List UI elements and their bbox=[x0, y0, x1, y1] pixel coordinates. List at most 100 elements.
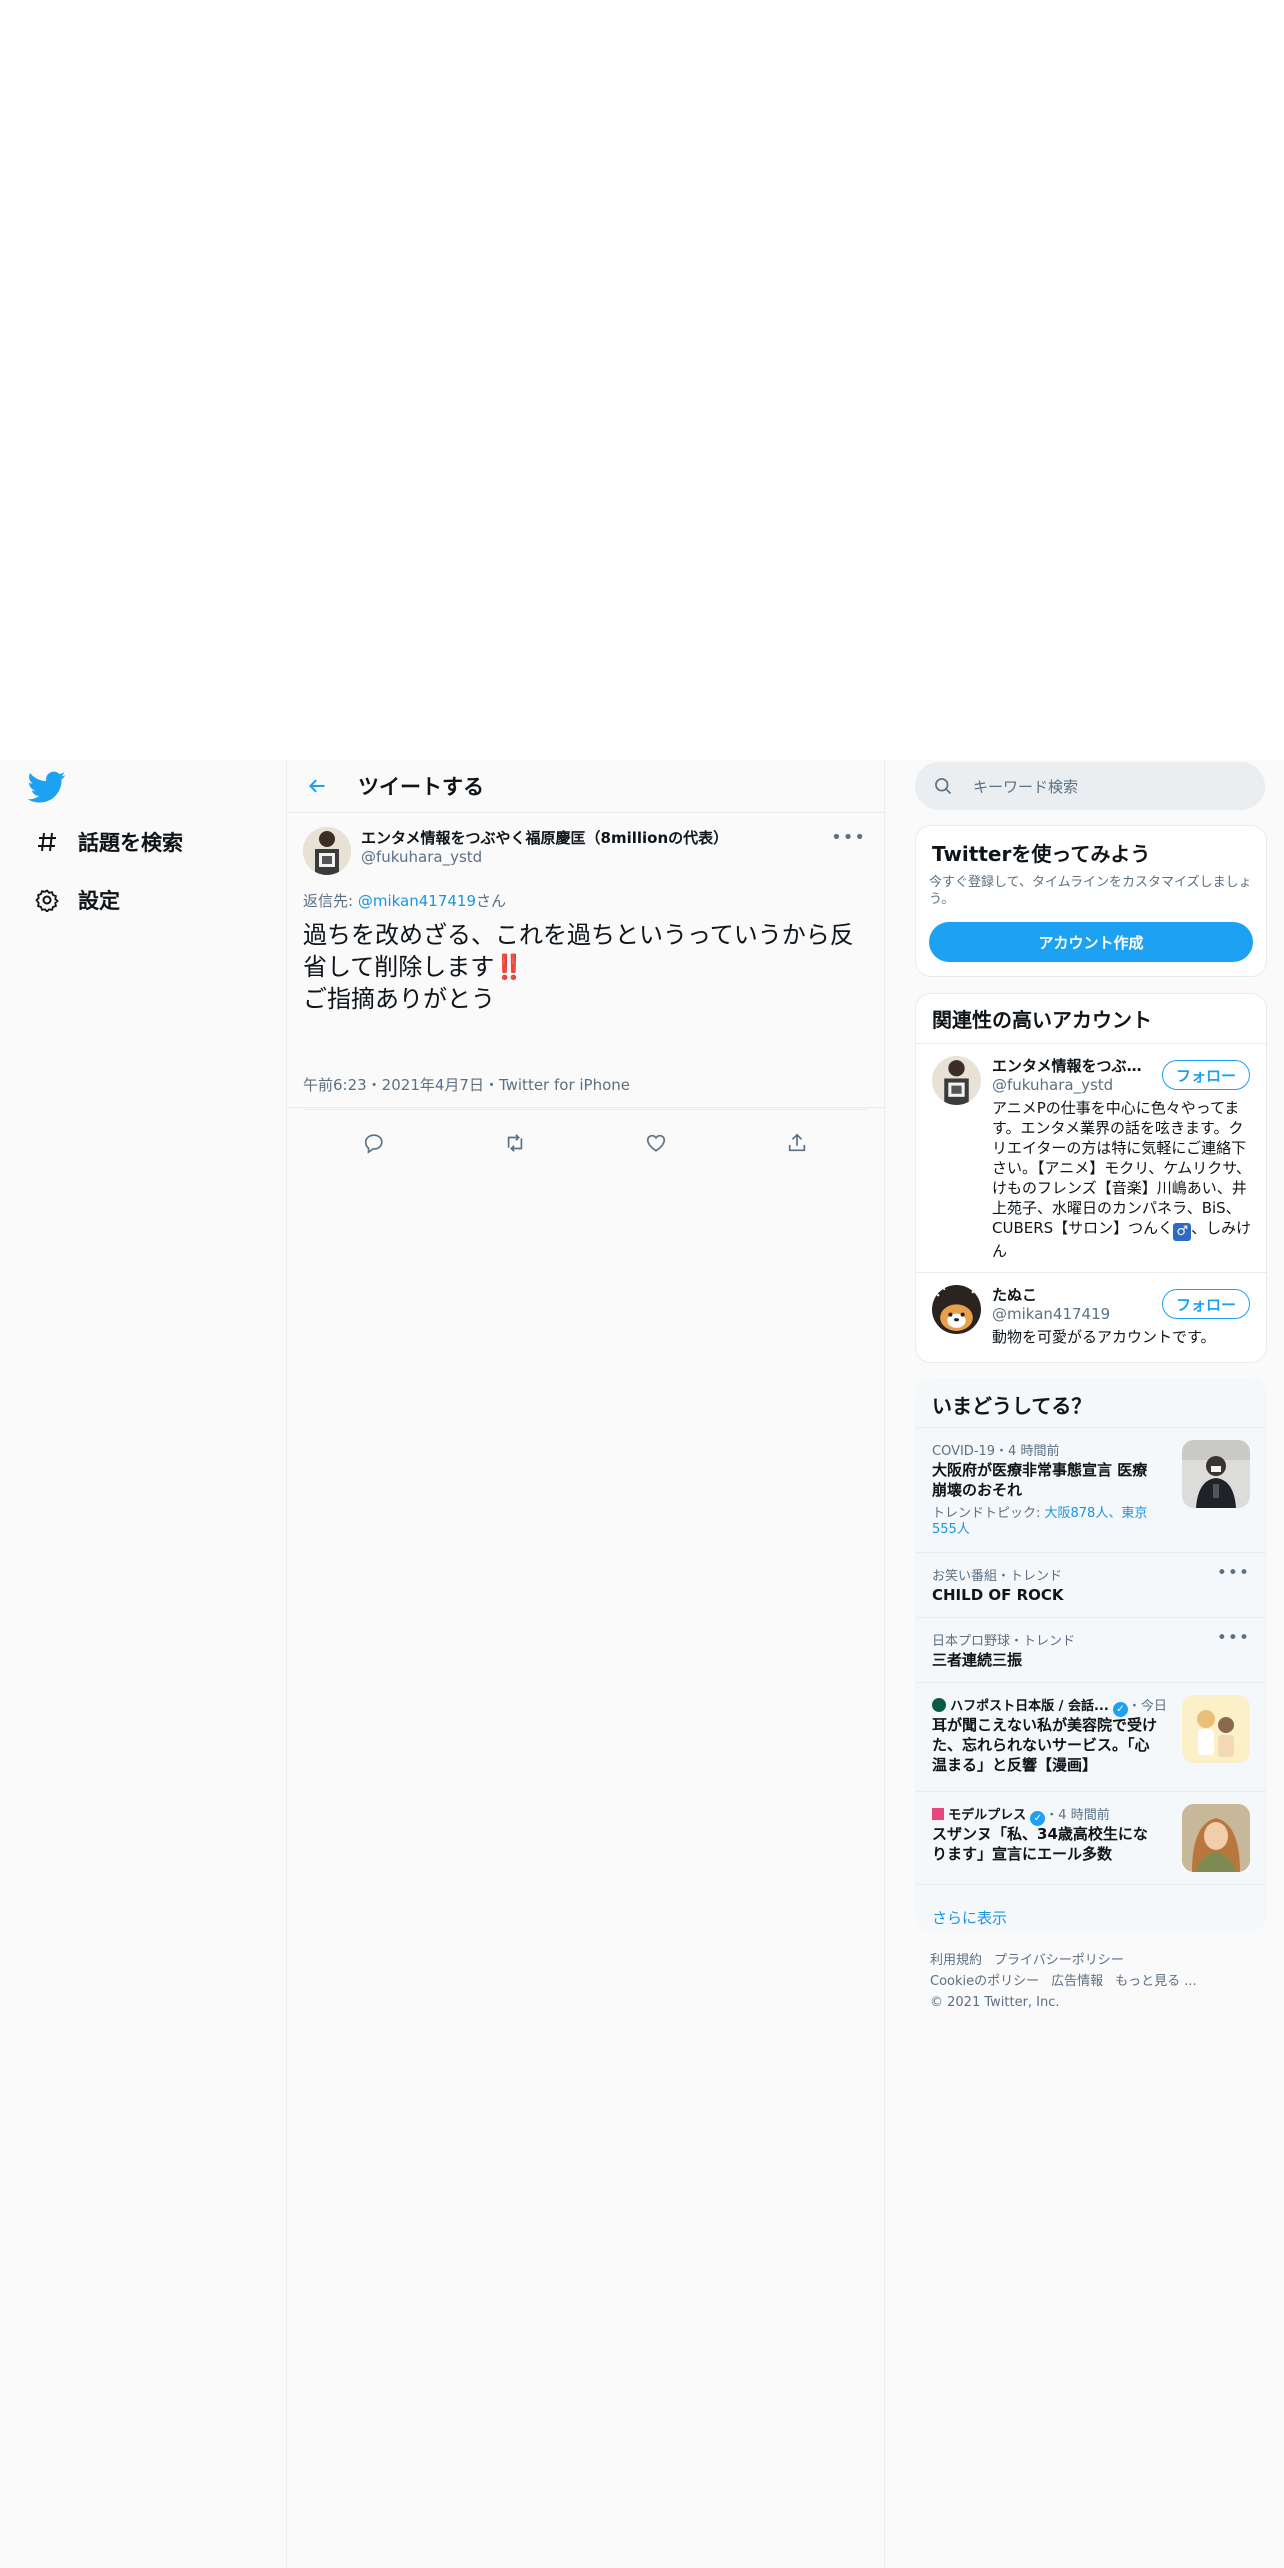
news-source-name: モデルプレス bbox=[948, 1808, 1027, 1823]
show-more-row[interactable]: さらに表示 bbox=[916, 1885, 1266, 1931]
footer: 利用規約 プライバシーポリシー Cookieのポリシー 広告情報 もっと見る ... … bbox=[930, 1950, 1260, 2013]
related-accounts-card: 関連性の高いアカウント エンタメ情報をつぶやく福原慶匡（8millionの代表）… bbox=[915, 993, 1267, 1363]
reply-suffix: さん bbox=[476, 892, 507, 910]
news-source-name: ハフポスト日本版 / 会話... bbox=[950, 1699, 1109, 1714]
trend-context: 日本プロ野球・トレンド bbox=[932, 1634, 1076, 1649]
avatar[interactable] bbox=[303, 827, 351, 875]
like-button[interactable] bbox=[636, 1123, 676, 1163]
twitter-logo-icon[interactable] bbox=[27, 768, 66, 806]
author-name[interactable]: エンタメ情報をつぶやく福原慶匡（8millionの代表） bbox=[361, 827, 728, 848]
trend-context: COVID-19・4 時間前 bbox=[932, 1444, 1060, 1459]
trend-item[interactable]: 日本プロ野球・トレンド 三者連続三振 ••• bbox=[916, 1618, 1266, 1683]
divider bbox=[303, 1109, 868, 1110]
nav-item-settings[interactable]: 設定 bbox=[30, 880, 120, 920]
account-bio-text: アニメPの仕事を中心に色々やってます。エンタメ業界の話を呟きます。クリエイターの… bbox=[992, 1099, 1251, 1237]
footer-link-ads[interactable]: 広告情報 bbox=[1051, 1974, 1103, 1989]
trend-item[interactable]: COVID-19・4 時間前 大阪府が医療非常事態宣言 医療崩壊のおそれ トレン… bbox=[916, 1428, 1266, 1553]
share-button[interactable] bbox=[777, 1123, 817, 1163]
trends-header: いまどうしてる？ bbox=[916, 1379, 1266, 1428]
news-source: モデルプレス ✓ ・4 時間前 bbox=[932, 1804, 1110, 1826]
column-divider bbox=[884, 760, 885, 2568]
news-source: ハフポスト日本版 / 会話... ✓ ・今日 bbox=[932, 1695, 1167, 1717]
hashtag-icon bbox=[30, 825, 64, 859]
reply-icon bbox=[364, 1134, 383, 1154]
reply-button[interactable] bbox=[354, 1123, 394, 1163]
signup-title: Twitterを使ってみよう bbox=[932, 842, 1151, 866]
footer-link-terms[interactable]: 利用規約 bbox=[930, 1953, 982, 1968]
nav-item-explore[interactable]: 話題を検索 bbox=[30, 822, 183, 862]
trend-context: お笑い番組・トレンド bbox=[932, 1569, 1063, 1584]
trends-title: いまどうしてる？ bbox=[932, 1394, 1092, 1418]
author-handle[interactable]: @fukuhara_ystd bbox=[361, 848, 482, 866]
male-sign-emoji: ♂ bbox=[1173, 1223, 1192, 1241]
search-box bbox=[915, 762, 1265, 812]
news-time: ・4 時間前 bbox=[1045, 1808, 1110, 1823]
main-column: ツイートする エンタメ情報をつぶやく福原慶匡（8millionの代表） @fuk… bbox=[287, 760, 884, 1154]
tweet-timestamp[interactable]: 午前6:23・2021年4月7日・Twitter for iPhone bbox=[303, 1074, 630, 1095]
news-thumbnail bbox=[1182, 1804, 1250, 1872]
news-time: ・今日 bbox=[1127, 1699, 1167, 1714]
show-more-link[interactable]: さらに表示 bbox=[932, 1907, 1007, 1928]
reply-context: 返信先: @mikan417419さん bbox=[303, 890, 506, 911]
news-title: スザンヌ「私、34歳高校生になります」宣言にエール多数 bbox=[932, 1825, 1148, 1863]
trend-thumbnail bbox=[1182, 1440, 1250, 1508]
gear-icon bbox=[30, 883, 64, 917]
related-title: 関連性の高いアカウント bbox=[932, 1008, 1152, 1032]
double-exclamation-emoji: ‼️ bbox=[494, 953, 525, 981]
news-title: 耳が聞こえない私が美容院で受けた、忘れられないサービス。「心温まる」と反響【漫画… bbox=[932, 1716, 1158, 1774]
more-options-button[interactable]: ••• bbox=[1217, 1628, 1250, 1648]
more-options-button[interactable]: ••• bbox=[1217, 1563, 1250, 1583]
reply-handle-link[interactable]: @mikan417419 bbox=[358, 892, 476, 910]
avatar[interactable] bbox=[932, 1285, 981, 1334]
tweet-text: 過ちを改めざる、これを過ちというっていうから反省して削除します‼️ ご指摘ありがと… bbox=[303, 919, 863, 1015]
tweet-actions bbox=[303, 1118, 868, 1168]
share-icon bbox=[789, 1133, 806, 1152]
page-header: ツイートする bbox=[287, 760, 884, 813]
footer-link-privacy[interactable]: プライバシーポリシー bbox=[994, 1953, 1124, 1968]
news-thumbnail bbox=[1182, 1695, 1250, 1763]
heart-icon bbox=[647, 1134, 666, 1152]
signup-card: Twitterを使ってみよう 今すぐ登録して、タイムラインをカスタマイズしましょ… bbox=[915, 825, 1267, 977]
trend-title: CHILD OF ROCK bbox=[932, 1586, 1064, 1604]
account-bio: アニメPの仕事を中心に色々やってます。エンタメ業界の話を呟きます。クリエイターの… bbox=[992, 1098, 1252, 1261]
back-button[interactable] bbox=[301, 770, 333, 802]
trends-card: いまどうしてる？ COVID-19・4 時間前 大阪府が医療非常事態宣言 医療崩… bbox=[915, 1378, 1267, 1932]
tweet-text-line1: 過ちを改めざる、これを過ちというっていうから反省して削除します bbox=[303, 921, 854, 981]
reply-prefix: 返信先: bbox=[303, 892, 358, 910]
blank-top-area bbox=[0, 0, 1284, 760]
search-icon bbox=[933, 776, 953, 800]
footer-link-more[interactable]: もっと見る ... bbox=[1115, 1974, 1197, 1989]
avatar[interactable] bbox=[932, 1056, 981, 1105]
account-item[interactable]: エンタメ情報をつぶやく福原慶匡（8millionの代表） @fukuhara_y… bbox=[916, 1044, 1266, 1273]
create-account-button[interactable]: アカウント作成 bbox=[929, 922, 1253, 962]
trend-topics-prefix: トレンドトピック: bbox=[932, 1506, 1045, 1521]
copyright: © 2021 Twitter, Inc. bbox=[930, 1995, 1060, 2010]
account-name[interactable]: エンタメ情報をつぶやく福原慶匡（8millionの代表） bbox=[992, 1055, 1142, 1076]
account-name[interactable]: たぬこ bbox=[992, 1284, 1142, 1305]
arrow-left-icon bbox=[308, 779, 325, 793]
account-handle: @fukuhara_ystd bbox=[992, 1076, 1114, 1094]
nav-item-label: 設定 bbox=[78, 889, 120, 913]
related-header: 関連性の高いアカウント bbox=[916, 994, 1266, 1044]
account-handle: @mikan417419 bbox=[992, 1305, 1111, 1323]
search-input[interactable] bbox=[971, 762, 1255, 812]
modelpress-logo-icon bbox=[932, 1808, 944, 1820]
trend-title: 大阪府が医療非常事態宣言 医療崩壊のおそれ bbox=[932, 1461, 1148, 1499]
tweet-text-line2: ご指摘ありがとう bbox=[303, 985, 495, 1013]
news-item[interactable]: モデルプレス ✓ ・4 時間前 スザンヌ「私、34歳高校生になります」宣言にエール… bbox=[916, 1792, 1266, 1885]
account-item[interactable]: たぬこ @mikan417419 フォロー 動物を可愛がるアカウントです。 bbox=[916, 1273, 1266, 1361]
huffpost-logo-icon bbox=[932, 1698, 946, 1712]
more-options-button[interactable]: ••• bbox=[831, 827, 866, 848]
nav-item-label: 話題を検索 bbox=[78, 831, 183, 855]
retweet-icon bbox=[507, 1134, 523, 1152]
follow-button[interactable]: フォロー bbox=[1162, 1289, 1250, 1319]
news-item[interactable]: ハフポスト日本版 / 会話... ✓ ・今日 耳が聞こえない私が美容院で受けた、忘… bbox=[916, 1683, 1266, 1792]
page-title: ツイートする bbox=[358, 775, 484, 799]
account-bio: 動物を可愛がるアカウントです。 bbox=[992, 1328, 1216, 1346]
tweet: エンタメ情報をつぶやく福原慶匡（8millionの代表） @fukuhara_y… bbox=[287, 813, 884, 1154]
trend-topics: トレンドトピック: 大阪878人、東京555人 bbox=[932, 1506, 1172, 1538]
follow-button[interactable]: フォロー bbox=[1162, 1060, 1250, 1090]
trend-item[interactable]: お笑い番組・トレンド CHILD OF ROCK ••• bbox=[916, 1553, 1266, 1618]
footer-link-cookies[interactable]: Cookieのポリシー bbox=[930, 1974, 1039, 1989]
retweet-button[interactable] bbox=[495, 1123, 535, 1163]
